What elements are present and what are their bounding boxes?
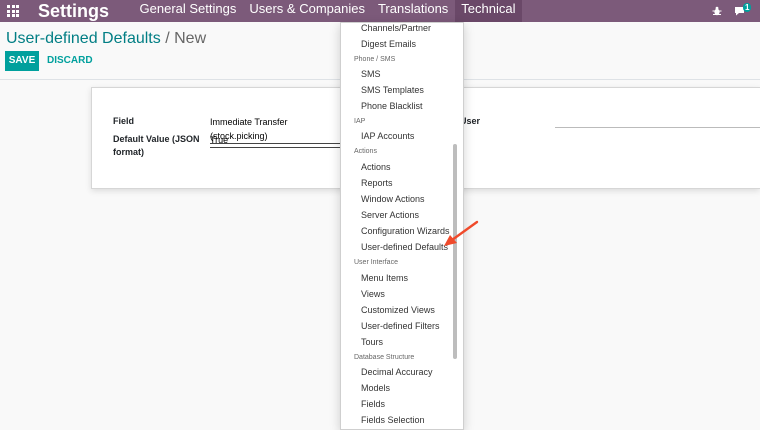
menu-item-reports[interactable]: Reports <box>361 178 393 189</box>
menu-item-window-actions[interactable]: Window Actions <box>361 194 425 205</box>
default-value-input[interactable]: True <box>210 133 340 148</box>
menu-general-settings[interactable]: General Settings <box>133 0 243 22</box>
chat-icon[interactable]: 1 <box>734 3 752 18</box>
menu-item-channels-partner[interactable]: Channels/Partner <box>361 23 431 34</box>
top-navbar: Settings General Settings Users & Compan… <box>0 0 760 22</box>
dropdown-scrollbar[interactable] <box>453 144 457 359</box>
menu-item-phone-blacklist[interactable]: Phone Blacklist <box>361 101 423 112</box>
menu-item-menu-items[interactable]: Menu Items <box>361 273 408 284</box>
save-button[interactable]: SAVE <box>5 51 39 71</box>
chat-count-badge: 1 <box>743 3 752 12</box>
default-value-label-line2: format) <box>113 147 144 157</box>
menu-item-actions[interactable]: Actions <box>361 162 391 173</box>
menu-section-actions: Actions <box>354 148 377 155</box>
field-label: Field <box>113 116 135 126</box>
discard-button[interactable]: DISCARD <box>47 51 93 71</box>
breadcrumb: User-defined Defaults / New <box>6 31 206 47</box>
annotation-arrow-icon <box>444 220 479 246</box>
menu-section-iap: IAP <box>354 118 366 125</box>
apps-grid-icon[interactable] <box>2 0 24 22</box>
menu-section-phone-sms: Phone / SMS <box>354 56 396 63</box>
menu-technical[interactable]: Technical <box>454 0 522 22</box>
menu-item-views[interactable]: Views <box>361 289 385 300</box>
breadcrumb-parent-link[interactable]: User-defined Defaults <box>6 30 161 47</box>
menu-users-companies[interactable]: Users & Companies <box>243 0 372 22</box>
app-title[interactable]: Settings <box>38 0 109 22</box>
menu-section-user-interface: User Interface <box>354 259 398 266</box>
menu-item-digest-emails[interactable]: Digest Emails <box>361 39 416 50</box>
menu-item-decimal-accuracy[interactable]: Decimal Accuracy <box>361 367 433 378</box>
menu-item-customized-views[interactable]: Customized Views <box>361 305 435 316</box>
menu-section-database-structure: Database Structure <box>354 354 415 361</box>
breadcrumb-separator: / <box>165 30 170 47</box>
menu-item-fields-selection[interactable]: Fields Selection <box>361 415 425 426</box>
menu-item-server-actions[interactable]: Server Actions <box>361 210 419 221</box>
user-input[interactable] <box>555 127 760 128</box>
menu-item-user-defined-filters[interactable]: User-defined Filters <box>361 321 440 332</box>
menu-item-sms-templates[interactable]: SMS Templates <box>361 85 424 96</box>
bug-icon[interactable] <box>712 6 722 16</box>
menu-item-fields[interactable]: Fields <box>361 399 385 410</box>
menu-item-iap-accounts[interactable]: IAP Accounts <box>361 131 414 142</box>
menu-item-user-defined-defaults[interactable]: User-defined Defaults <box>361 242 448 253</box>
menu-item-models[interactable]: Models <box>361 383 390 394</box>
breadcrumb-current: New <box>174 30 207 47</box>
menu-item-tours[interactable]: Tours <box>361 337 383 348</box>
menu-translations[interactable]: Translations <box>371 0 454 22</box>
menu-item-sms[interactable]: SMS <box>361 69 381 80</box>
menu-item-configuration-wizards[interactable]: Configuration Wizards <box>361 226 450 237</box>
